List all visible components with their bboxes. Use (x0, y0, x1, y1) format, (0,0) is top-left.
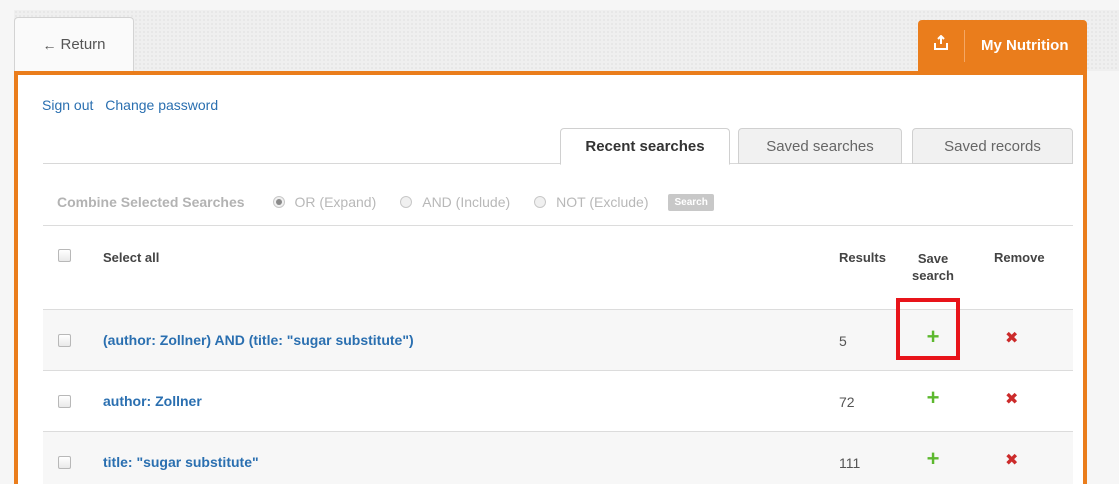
plus-icon[interactable]: + (916, 324, 950, 350)
radio-label: NOT (Exclude) (556, 194, 649, 210)
select-all-label: Select all (103, 250, 160, 265)
sign-out-link[interactable]: Sign out (42, 97, 93, 113)
my-nutrition-tab[interactable]: My Nutrition (918, 20, 1087, 71)
my-nutrition-label: My Nutrition (981, 37, 1069, 54)
radio-and-include[interactable]: AND (Include) (400, 194, 510, 210)
row-checkbox[interactable] (58, 334, 71, 347)
radio-label: OR (Expand) (294, 194, 377, 210)
search-query-link[interactable]: author: Zollner (103, 393, 202, 409)
radio-label: AND (Include) (422, 194, 511, 210)
account-links: Sign out Change password (42, 97, 226, 113)
return-button[interactable]: ← Return (14, 17, 134, 71)
tab-saved-records[interactable]: Saved records (912, 128, 1073, 164)
page: ← Return My Nutrition Sign out Change pa… (0, 0, 1119, 484)
combine-search-button[interactable]: Search (668, 193, 714, 211)
row-checkbox[interactable] (58, 395, 71, 408)
combine-searches-row: Combine Selected Searches OR (Expand) AN… (43, 179, 1073, 226)
row-checkbox[interactable] (58, 456, 71, 469)
tab-saved-searches[interactable]: Saved searches (738, 128, 902, 164)
table-row: author: Zollner 72 + ✖ (43, 371, 1073, 432)
results-header: Results (839, 250, 886, 265)
export-icon-glyph (934, 34, 948, 50)
change-password-link[interactable]: Change password (105, 97, 218, 113)
save-search-header: Save search (912, 251, 954, 283)
select-all-checkbox[interactable] (58, 249, 71, 262)
results-count: 72 (839, 394, 855, 410)
return-label: Return (60, 36, 106, 53)
radio-button[interactable] (534, 196, 547, 208)
close-icon[interactable]: ✖ (1005, 389, 1018, 409)
plus-icon[interactable]: + (916, 446, 950, 472)
close-icon[interactable]: ✖ (1005, 450, 1018, 470)
close-icon[interactable]: ✖ (1005, 328, 1018, 348)
main-panel: Sign out Change password Recent searches… (14, 71, 1087, 484)
results-count: 111 (839, 455, 861, 471)
results-count: 5 (839, 333, 847, 349)
radio-button[interactable] (400, 196, 413, 208)
remove-header: Remove (994, 250, 1045, 265)
radio-button-checked[interactable] (272, 196, 285, 208)
plus-icon[interactable]: + (916, 385, 950, 411)
search-query-link[interactable]: (author: Zollner) AND (title: "sugar sub… (103, 332, 414, 348)
table-header: Select all Results Save search Remove (43, 227, 1073, 310)
table-row: title: "sugar substitute" 111 + ✖ (43, 432, 1073, 484)
radio-or-expand[interactable]: OR (Expand) (272, 194, 377, 210)
radio-not-exclude[interactable]: NOT (Exclude) (534, 194, 648, 210)
search-query-link[interactable]: title: "sugar substitute" (103, 454, 259, 470)
combine-label: Combine Selected Searches (57, 194, 245, 210)
export-icon[interactable] (918, 34, 964, 56)
table-row: (author: Zollner) AND (title: "sugar sub… (43, 310, 1073, 371)
tab-recent-searches[interactable]: Recent searches (560, 128, 730, 165)
arrow-left-icon: ← (42, 36, 57, 53)
